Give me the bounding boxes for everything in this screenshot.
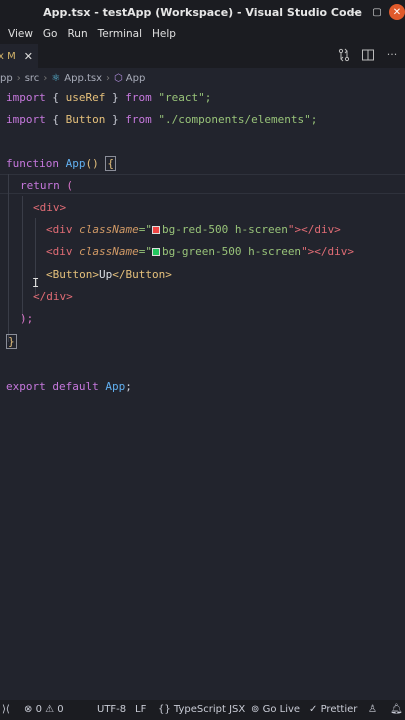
chevron-right-icon: › (106, 72, 111, 84)
status-bar: ⟩⟨ ⊗ 0 ⚠ 0 UTF-8 LF {} TypeScript JSX ⊚ … (0, 700, 405, 720)
code-line-11: ); (20, 312, 34, 325)
window-title: App.tsx - testApp (Workspace) - Visual S… (43, 6, 362, 19)
title-bar: App.tsx - testApp (Workspace) - Visual S… (0, 0, 405, 24)
breadcrumb-symbol[interactable]: App (126, 73, 146, 84)
code-line-7: <div className=" bg-red-500 h-screen"></d… (46, 223, 341, 236)
code-line-8: <div className=" bg-green-500 h-screen"><… (46, 245, 355, 258)
breadcrumb-root[interactable]: pp (0, 73, 13, 84)
indent-guide (8, 174, 9, 342)
code-line-9: <Button>Up</Button> (46, 268, 172, 281)
menu-run[interactable]: Run (67, 28, 87, 40)
language-mode[interactable]: {} TypeScript JSX (158, 704, 245, 715)
menu-terminal[interactable]: Terminal (98, 28, 142, 40)
code-line-4: function App() { (6, 156, 116, 171)
tab-bar: x M ✕ ··· (0, 44, 405, 68)
menu-help[interactable]: Help (152, 28, 176, 40)
more-actions-icon[interactable]: ··· (385, 48, 399, 62)
code-editor[interactable]: import { useRef } from "react"; import {… (0, 88, 405, 700)
menu-view[interactable]: View (8, 28, 33, 40)
maximize-icon[interactable]: ▢ (369, 4, 385, 20)
code-line-2: import { Button } from "./components/ele… (6, 113, 318, 126)
minimize-icon[interactable]: — (347, 4, 363, 20)
chevron-right-icon: › (16, 72, 21, 84)
error-icon: ⊗ (24, 704, 33, 715)
red-color-swatch[interactable] (151, 226, 160, 234)
indent-guide (22, 196, 23, 320)
code-line-10: </div> (33, 290, 73, 303)
menu-bar: View Go Run Terminal Help (0, 24, 405, 44)
split-editor-icon[interactable] (361, 48, 375, 62)
symbol-icon: ⬡ (114, 72, 123, 84)
close-window-icon[interactable]: ✕ (389, 4, 405, 20)
code-line-12: } (6, 334, 17, 349)
react-icon: ⚛ (51, 72, 61, 84)
account-icon[interactable]: ♙ (368, 704, 377, 715)
eol-indicator[interactable]: LF (135, 704, 146, 715)
broadcast-icon: ⊚ (251, 704, 260, 715)
breadcrumb-file[interactable]: App.tsx (64, 73, 102, 84)
code-line-5: return ( (20, 179, 73, 192)
tab-app-tsx[interactable]: x M ✕ (0, 44, 38, 68)
code-line-14: export default App; (6, 380, 132, 393)
go-live-button[interactable]: ⊚ Go Live (251, 704, 300, 715)
code-line-1: import { useRef } from "react"; (6, 91, 212, 104)
code-line-6: <div> (33, 201, 67, 214)
chevron-right-icon: › (43, 72, 48, 84)
green-color-swatch[interactable] (151, 248, 160, 256)
braces-icon: {} (158, 704, 171, 715)
warning-icon: ⚠ (45, 704, 55, 715)
check-icon: ✓ (309, 704, 318, 715)
tab-label: x M (0, 50, 16, 62)
breadcrumb: pp › src › ⚛ App.tsx › ⬡ App (0, 68, 405, 88)
prettier-button[interactable]: ✓ Prettier (309, 704, 357, 715)
text-cursor-icon: I (32, 276, 40, 290)
menu-go[interactable]: Go (43, 28, 58, 40)
breadcrumb-folder[interactable]: src (25, 73, 40, 84)
problems-indicator[interactable]: ⊗ 0 ⚠ 0 (24, 704, 64, 715)
encoding-indicator[interactable]: UTF-8 (97, 704, 126, 715)
remote-icon[interactable]: ⟩⟨ (2, 704, 10, 715)
compare-changes-icon[interactable] (337, 48, 351, 62)
tab-close-icon[interactable]: ✕ (24, 50, 33, 63)
bell-icon[interactable]: 🔔︎ (390, 704, 403, 715)
